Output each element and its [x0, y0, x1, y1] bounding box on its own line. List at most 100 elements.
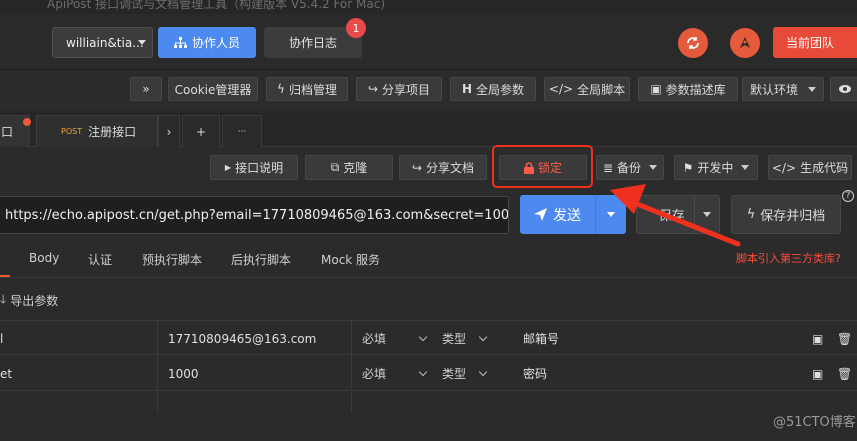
column-divider: [351, 356, 352, 391]
cube-icon[interactable]: ▣: [812, 321, 826, 356]
trash-icon[interactable]: 🗑: [837, 356, 851, 391]
collab-log-label: 协作日志: [288, 36, 337, 50]
tabs-scroll-button[interactable]: ›: [158, 115, 180, 147]
export-params-button[interactable]: 🡓 导出参数: [0, 290, 58, 311]
arrow-down-icon: 🡓: [0, 292, 7, 306]
save-options-dropdown[interactable]: [695, 212, 719, 217]
third-party-library-link[interactable]: 脚本引入第三方类库?: [736, 250, 841, 266]
environment-dropdown[interactable]: 默认环境: [742, 77, 824, 101]
sync-icon: [687, 37, 699, 49]
save-archive-label: 保存并归档: [760, 209, 826, 224]
share-doc-label: 分享文档: [426, 161, 475, 175]
trash-icon[interactable]: 🗑: [837, 321, 851, 356]
param-desc-library-button[interactable]: ▣ 参数描述库: [638, 77, 738, 101]
caret-down-icon: [607, 212, 615, 217]
global-script-label: 全局脚本: [577, 82, 626, 97]
avatar[interactable]: [730, 28, 760, 58]
column-divider: [351, 392, 352, 412]
api-doc-button[interactable]: ▶ 接口说明: [210, 155, 298, 180]
collaborators-button[interactable]: 协作人员: [158, 27, 256, 58]
request-tabs: 口 POST 注册接口 › + ···: [0, 111, 857, 147]
cookie-manager-button[interactable]: Cookie管理器: [168, 77, 258, 101]
table-row: l 17710809465@163.com 必填 类型 邮箱号 ▣ 🗑: [0, 320, 857, 356]
tab-current[interactable]: 口: [0, 115, 31, 147]
subtab-pre-script[interactable]: 预执行脚本: [142, 251, 202, 268]
url-text: https://echo.apipost.cn/get.php?email=17…: [5, 207, 509, 223]
clone-button[interactable]: ⧉ 克隆: [305, 155, 393, 180]
send-main[interactable]: 发送: [520, 195, 596, 234]
code-icon: </>: [548, 82, 574, 96]
bolt-icon: ϟ: [746, 207, 756, 222]
send-button[interactable]: 发送: [520, 195, 626, 234]
send-options-dropdown[interactable]: [596, 212, 626, 217]
watermark: @51CTO博客: [773, 415, 856, 430]
required-select[interactable]: 必填: [362, 356, 438, 391]
chevron-down-icon: [418, 367, 428, 377]
export-params-label: 导出参数: [10, 294, 59, 308]
share-icon: ↪: [411, 160, 423, 175]
subtab-mock[interactable]: Mock 服务: [321, 251, 380, 268]
paper-plane-icon: [534, 208, 547, 221]
required-label: 必填: [362, 332, 387, 346]
param-description[interactable]: 邮箱号: [523, 321, 723, 356]
annotation-highlight-box: [492, 145, 593, 188]
current-team-button[interactable]: 当前团队: [773, 27, 857, 58]
subtab-post-script[interactable]: 后执行脚本: [231, 251, 291, 268]
gen-code-button[interactable]: </> 生成代码: [768, 155, 852, 180]
type-label: 类型: [442, 367, 467, 381]
code-icon: </>: [771, 160, 797, 175]
backup-dropdown[interactable]: ≣ 备份: [596, 155, 664, 180]
caret-down-icon: [649, 165, 658, 170]
param-key[interactable]: l: [0, 321, 150, 356]
copy-icon: ⧉: [330, 160, 340, 174]
archive-manager-label: 归档管理: [288, 82, 337, 97]
cube-icon: ▣: [650, 82, 662, 96]
table-row: [0, 392, 857, 412]
current-team-label: 当前团队: [786, 36, 835, 50]
type-select[interactable]: 类型: [442, 321, 502, 356]
tab-register-api[interactable]: POST 注册接口: [36, 115, 158, 147]
collapse-button[interactable]: »: [130, 77, 162, 101]
notification-badge: 1: [346, 18, 366, 38]
more-tabs-button[interactable]: ···: [222, 115, 262, 147]
cube-icon[interactable]: ▣: [812, 356, 826, 391]
method-label: POST: [61, 127, 83, 136]
project-toolbar: » Cookie管理器 ϟ 归档管理 ↪ 分享项目 H 全局参数 </> 全局脚本 ▣ 参…: [0, 71, 857, 111]
h-icon: H: [461, 82, 473, 96]
chevron-down-icon: [418, 332, 428, 342]
status-dropdown[interactable]: ⚑ 开发中: [674, 155, 758, 180]
share-project-button[interactable]: ↪ 分享项目: [356, 77, 442, 101]
tab-current-label: 口: [1, 125, 14, 139]
eye-button[interactable]: [830, 77, 857, 101]
api-actions: ▶ 接口说明 ⧉ 克隆 ↪ 分享文档 锁定 ≣ 备份 ⚑ 开发中 </> 生成代码: [0, 148, 857, 188]
database-icon: ≣: [602, 160, 614, 175]
active-subtab-indicator: [0, 275, 10, 277]
help-icon[interactable]: ?: [842, 190, 854, 202]
add-tab-button[interactable]: +: [182, 115, 220, 147]
sync-button[interactable]: [678, 28, 708, 58]
global-params-button[interactable]: H 全局参数: [450, 77, 536, 101]
save-main[interactable]: 保存: [637, 196, 695, 233]
backup-label: 备份: [617, 161, 642, 175]
global-script-button[interactable]: </> 全局脚本: [544, 77, 630, 101]
share-doc-button[interactable]: ↪ 分享文档: [399, 155, 487, 180]
param-value[interactable]: 1000: [168, 356, 348, 391]
param-description[interactable]: 密码: [523, 356, 723, 391]
collapse-icon: »: [142, 82, 150, 96]
required-select[interactable]: 必填: [362, 321, 438, 356]
type-select[interactable]: 类型: [442, 356, 502, 391]
user-dropdown[interactable]: williain&tia...: [52, 27, 153, 58]
save-label: 保存: [658, 209, 685, 224]
subtab-auth[interactable]: 认证: [88, 251, 112, 268]
subtab-body[interactable]: Body: [29, 251, 59, 265]
table-row: et 1000 必填 类型 密码 ▣ 🗑: [0, 356, 857, 391]
save-button[interactable]: 保存: [636, 195, 720, 234]
archive-manager-button[interactable]: ϟ 归档管理: [266, 77, 348, 101]
param-value[interactable]: 17710809465@163.com: [168, 321, 348, 356]
url-input[interactable]: https://echo.apipost.cn/get.php?email=17…: [0, 196, 509, 234]
share-project-label: 分享项目: [382, 82, 431, 97]
save-and-archive-button[interactable]: ϟ 保存并归档: [731, 195, 841, 234]
tab-register-label: 注册接口: [88, 125, 137, 139]
caret-down-icon: [741, 165, 750, 170]
param-key[interactable]: et: [0, 356, 150, 391]
